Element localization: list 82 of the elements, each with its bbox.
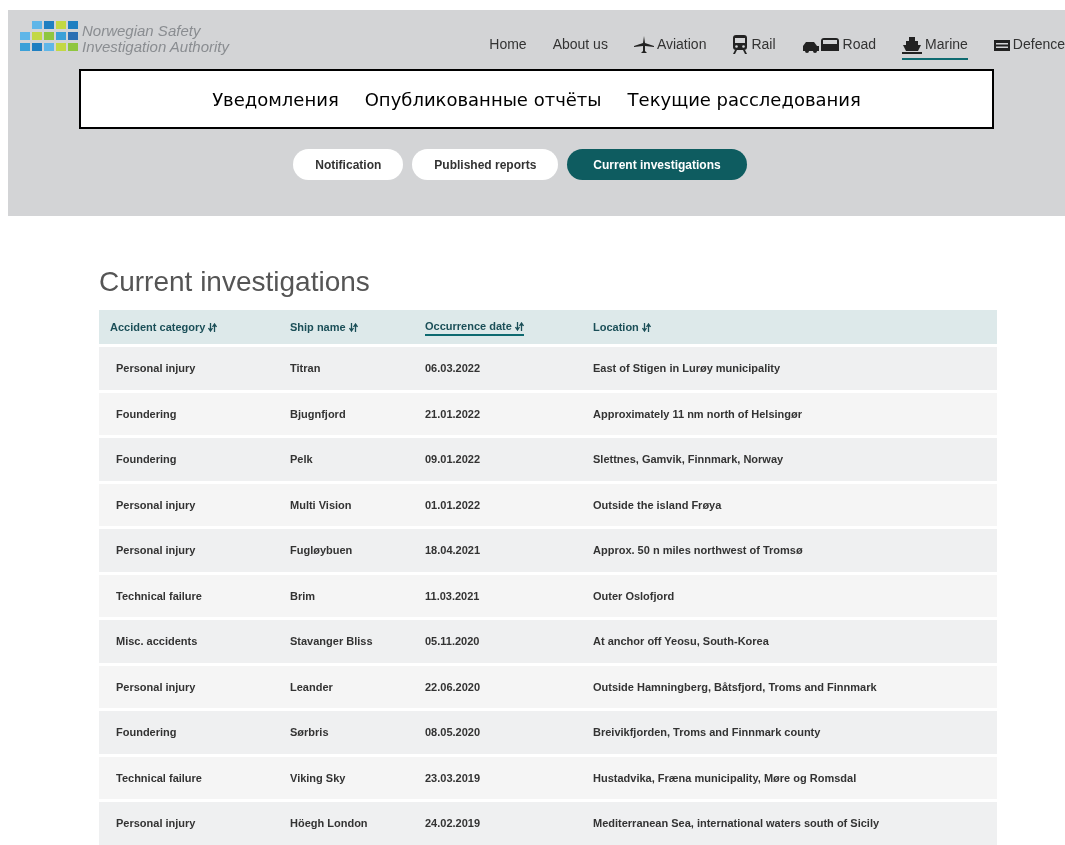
ship-icon: [902, 35, 923, 54]
table-cell-text: 09.01.2022: [425, 452, 482, 467]
nav-link[interactable]: Aviation: [633, 34, 707, 60]
table-cell-text: Viking Sky: [290, 770, 347, 786]
nav-link[interactable]: Road: [801, 34, 877, 60]
filter-button[interactable]: Current investigations: [567, 149, 747, 180]
table-cell-text: Outside the island Frøya: [593, 497, 723, 513]
table-row[interactable]: Personal injury Fugløybuen 18.04.2021 Approx. 50 n miles northwest of Tromsø: [99, 529, 997, 572]
table-row[interactable]: Personal injury Titran 06.03.2022 East of Stigen in Lurøy municipality: [99, 347, 997, 390]
table-cell-text: At anchor off Yeosu, South-Korea: [593, 634, 770, 649]
table-row[interactable]: Personal injury Höegh London 24.02.2019 Mediterranean Sea, international waters south of Sicily: [99, 802, 997, 845]
table-cell-text: Bjugnfjord: [290, 406, 347, 422]
table-cell-text: Mediterranean Sea, international waters south of Sicily: [593, 816, 881, 831]
column-header[interactable]: Location: [593, 318, 651, 336]
table-cell-text: 23.03.2019: [425, 770, 482, 786]
nav-link[interactable]: Rail: [732, 34, 776, 60]
table-cell-text: Foundering: [116, 725, 178, 740]
logo-icon[interactable]: [20, 20, 80, 54]
table-cell-text: Approx. 50 n miles northwest of Tromsø: [593, 543, 804, 558]
table-row[interactable]: Technical failure Brim 11.03.2021 Outer Oslofjord: [99, 574, 997, 617]
table-cell-text: Foundering: [116, 452, 178, 467]
table-cell-text: Technical failure: [116, 588, 203, 604]
table-cell-text: 21.01.2022: [425, 406, 482, 422]
table-row[interactable]: Foundering Pelk 09.01.2022 Slettnes, Gamvik, Finnmark, Norway: [99, 438, 997, 481]
cars-icon: [801, 36, 840, 53]
table-cell-text: 11.03.2021: [425, 588, 481, 604]
table-cell-text: Technical failure: [116, 770, 203, 786]
translation-label: Уведомления: [212, 87, 339, 112]
table-cell-text: 24.02.2019: [425, 816, 482, 831]
nav-link[interactable]: About us: [552, 34, 608, 60]
table-row[interactable]: Foundering Sørbris 08.05.2020 Breivikfjorden, Troms and Finnmark county: [99, 711, 997, 754]
table-cell-text: 01.01.2022: [425, 497, 482, 513]
table-cell-text: Approximately 11 nm north of Helsingør: [593, 406, 804, 422]
table-cell-text: 08.05.2020: [425, 725, 482, 740]
table-cell-text: Outside Hamningberg, Båtsfjord, Troms and Finnmark: [593, 679, 878, 695]
table-row[interactable]: Misc. accidents Stavanger Bliss 05.11.2020 At anchor off Yeosu, South-Korea: [99, 620, 997, 663]
nav-link[interactable]: Defence: [993, 34, 1065, 60]
train-icon: [732, 34, 749, 55]
table-row[interactable]: Technical failure Viking Sky 23.03.2019 Hustadvika, Fræna municipality, Møre og Romsdal: [99, 756, 997, 799]
table-cell-text: Personal injury: [116, 361, 197, 376]
table-cell-text: Stavanger Bliss: [290, 634, 374, 649]
table-cell-text: 06.03.2022: [425, 361, 482, 376]
filter-button[interactable]: Published reports: [412, 149, 559, 180]
table-cell-text: Pelk: [290, 452, 314, 467]
translation-label: Опубликованные отчёты: [364, 87, 602, 112]
vehicle-icon: [993, 37, 1010, 52]
page-heading: Current investigations: [99, 265, 371, 299]
table-cell-text: Sørbris: [290, 725, 330, 740]
column-header[interactable]: Accident category: [110, 318, 218, 336]
table-cell-text: Höegh London: [290, 816, 369, 831]
table-cell-text: Brim: [290, 588, 317, 604]
table-cell-text: 05.11.2020: [425, 634, 481, 649]
table-cell-text: Leander: [290, 679, 334, 695]
table-cell-text: Misc. accidents: [116, 634, 199, 649]
table-cell-text: East of Stigen in Lurøy municipality: [593, 361, 782, 376]
translation-label: Текущие расследования: [627, 87, 861, 112]
sort-icon: [514, 321, 524, 331]
table-cell-text: Multi Vision: [290, 497, 353, 513]
table-cell-text: 22.06.2020: [425, 679, 482, 695]
table-cell-text: Fugløybuen: [290, 543, 354, 558]
filter-button[interactable]: Notification: [293, 149, 404, 180]
table-cell-text: Slettnes, Gamvik, Finnmark, Norway: [593, 452, 785, 467]
nav-link[interactable]: Marine: [902, 34, 968, 60]
table-cell-text: Personal injury: [116, 543, 197, 558]
table-cell-text: Breivikfjorden, Troms and Finnmark county: [593, 725, 822, 740]
table-row[interactable]: Personal injury Leander 22.06.2020 Outside Hamningberg, Båtsfjord, Troms and Finnmark: [99, 665, 997, 708]
table-cell-text: Hustadvika, Fræna municipality, Møre og Romsdal: [593, 770, 858, 786]
table-cell-text: Personal injury: [116, 816, 197, 831]
nav-link[interactable]: Home: [489, 34, 527, 60]
column-header[interactable]: Occurrence date: [425, 317, 524, 337]
table-cell-text: Outer Oslofjord: [593, 588, 676, 604]
sort-icon: [641, 322, 651, 332]
table-row[interactable]: Foundering Bjugnfjord 21.01.2022 Approximately 11 nm north of Helsingør: [99, 392, 997, 435]
table-cell-text: Titran: [290, 361, 322, 376]
table-cell-text: Personal injury: [116, 679, 197, 695]
table-cell-text: 18.04.2021: [425, 543, 482, 558]
sort-icon: [348, 322, 358, 332]
sort-icon: [208, 322, 218, 332]
table-cell-text: Foundering: [116, 406, 178, 422]
table-row[interactable]: Personal injury Multi Vision 01.01.2022 Outside the island Frøya: [99, 483, 997, 526]
table-cell-text: Personal injury: [116, 497, 197, 513]
column-header[interactable]: Ship name: [290, 318, 358, 336]
